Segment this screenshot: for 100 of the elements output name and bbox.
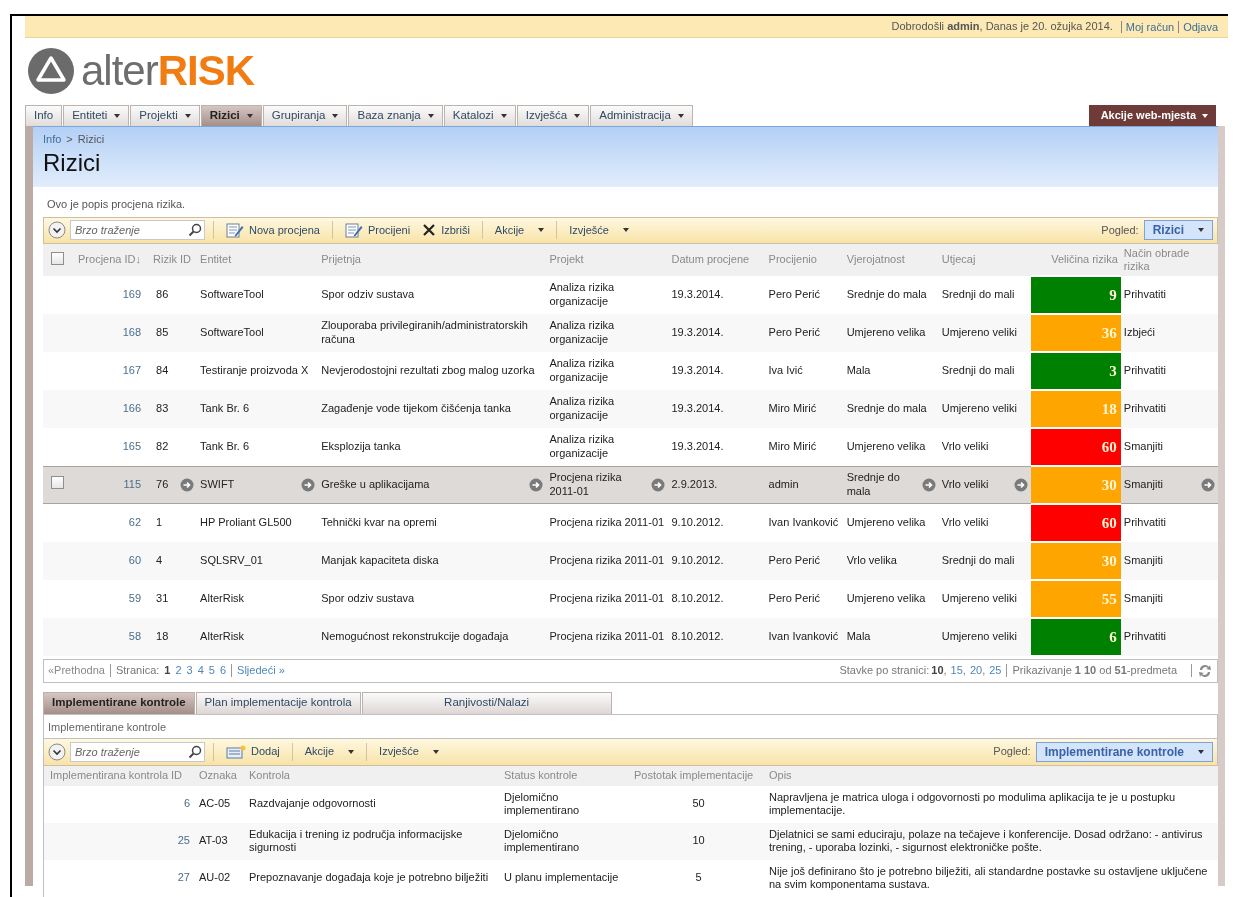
table-row[interactable]: 168 85 SoftwareTool Zlouporaba privilegiranih/administratorskih računa Analiza rizika organizacije 19.3.2014. Pero Perić Umjereno velika Umjereno veliki 36 Izbjeći <box>43 313 1218 352</box>
page-link[interactable]: 2 <box>175 662 182 679</box>
site-actions-menu[interactable]: Akcije web-mjesta <box>1088 105 1216 126</box>
chevron-down-icon <box>48 221 66 239</box>
toolbar-button[interactable]: Nova procjena <box>222 221 324 239</box>
table-cell: Srednji do mali <box>941 287 1015 302</box>
table-cell: Umjereno velika <box>846 439 926 454</box>
table-cell: 86 <box>156 287 169 302</box>
table-cell: Ivan Ivanković <box>768 629 839 644</box>
page-size-link[interactable]: 25 <box>989 662 1002 679</box>
menu-button[interactable]: Akcije <box>300 743 359 760</box>
table-cell: AlterRisk <box>200 629 245 644</box>
table-cell-text: Srednje do mala <box>846 471 901 498</box>
table-cell: Prihvatiti <box>1123 363 1167 378</box>
table-cell: Procjena rizika 2011-01 <box>549 553 665 568</box>
page-link[interactable]: 4 <box>197 662 204 679</box>
table-cell: Umjereno veliki <box>941 325 1017 340</box>
page-link[interactable]: 1 <box>164 662 171 679</box>
welcome-text: Dobrodošli admin, Danas je 20. ožujka 2014. <box>891 19 1113 35</box>
table-row[interactable]: 60 4 SQLSRV_01 Manjak kapaciteta diska Procjena rizika 2011-01 9.10.2012. Pero Perić Vrlo velika Srednji do mali 30 Smanjiti <box>43 541 1218 580</box>
nav-tab[interactable]: Rizici <box>200 105 262 126</box>
id-link[interactable]: 6 <box>183 797 190 810</box>
id-link[interactable]: 58 <box>128 629 142 644</box>
id-link[interactable]: 168 <box>122 325 142 340</box>
table-cell: Srednje do mala <box>846 401 927 416</box>
nav-tab[interactable]: Projekti <box>130 105 200 126</box>
view-label: Pogled: <box>993 744 1031 760</box>
page-link[interactable]: 6 <box>219 662 227 679</box>
table-cell: 1 <box>156 515 163 530</box>
id-link[interactable]: 165 <box>122 439 142 454</box>
table-cell: 50 <box>692 797 705 810</box>
page-link[interactable]: 3 <box>186 662 193 679</box>
breadcrumb-link[interactable]: Info <box>43 131 62 148</box>
table-cell: Srednji do mali <box>941 553 1015 568</box>
table-cell: Razdvajanje odgovornosti <box>249 797 376 810</box>
risk-score-cell: 55 <box>1030 579 1121 618</box>
id-link[interactable]: 115 <box>123 477 142 492</box>
page-size-link[interactable]: 10 <box>931 662 944 679</box>
nav-tab[interactable]: Grupiranja <box>262 105 348 126</box>
table-cell: Nevjerodostojni rezultati zbog malog uzorka <box>321 363 535 378</box>
nav-tab[interactable]: Izvješća <box>516 105 590 126</box>
view-dropdown[interactable]: Rizici <box>1143 220 1213 240</box>
table-cell: Manjak kapaciteta diska <box>321 553 439 568</box>
comma-text: , <box>982 663 986 679</box>
detail-tab[interactable]: Ranjivosti/Nalazi <box>361 691 612 714</box>
table-cell-text: Analiza rizika organizacije <box>549 357 616 384</box>
id-link[interactable]: 167 <box>122 363 142 378</box>
table-row[interactable]: 169 86 SoftwareTool Spor odziv sustava Analiza rizika organizacije 19.3.2014. Pero Perić Srednje do mala Srednji do mali 9 Prihvatiti <box>43 275 1218 314</box>
search-field[interactable]: Brzo traženje <box>70 741 205 762</box>
table-row[interactable]: 165 82 Tank Br. 6 Eksplozija tanka Analiza rizika organizacije 19.3.2014. Miro Mirić Umjereno velika Vrlo veliki 60 Smanjiti <box>43 427 1218 466</box>
table-cell: Procjena rizika 2011-01 <box>549 629 665 644</box>
nav-tab[interactable]: Administracija <box>590 105 693 126</box>
table-cell: Zagađenje vode tijekom čišćenja tanka <box>321 401 511 416</box>
table-cell: 18 <box>156 629 169 644</box>
toolbar-button[interactable]: Dodaj <box>222 743 284 760</box>
id-link[interactable]: 27 <box>177 871 190 884</box>
risk-score-cell: 3 <box>1030 351 1121 390</box>
table-cell: 10 <box>692 834 705 847</box>
toolbar-button[interactable]: Procijeni <box>340 221 415 239</box>
table-row[interactable]: 166 83 Tank Br. 6 Zagađenje vode tijekom čišćenja tanka Analiza rizika organizacije 19.3.2014. Miro Mirić Srednje do mala Umjereno veliki 18 Prihvatiti <box>43 389 1218 428</box>
page-size-link[interactable]: 15 <box>950 662 963 679</box>
nav-tab[interactable]: Baza znanja <box>348 105 443 126</box>
risk-score-cell: 36 <box>1030 313 1121 352</box>
id-link[interactable]: 60 <box>128 553 142 568</box>
nav-tab[interactable]: Katalozi <box>443 105 516 126</box>
next-link[interactable]: Sljedeći » <box>237 662 285 679</box>
nav-tab[interactable]: Info <box>25 105 63 126</box>
risk-score-cell: 30 <box>1030 541 1121 580</box>
menu-button[interactable]: Izvješće <box>565 221 633 239</box>
table-row[interactable]: 58 18 AlterRisk Nemogućnost rekonstrukcije događaja Procjena rizika 2011-01 8.10.2012. Ivan Ivanković Mala Umjereno veliki 6 Prihvatiti <box>43 617 1218 656</box>
header-link[interactable]: Moj račun <box>1120 20 1179 33</box>
header-link[interactable]: Odjava <box>1178 20 1222 33</box>
search-field[interactable]: Brzo traženje <box>70 220 205 240</box>
id-link[interactable]: 62 <box>128 515 142 530</box>
id-link[interactable]: 166 <box>122 401 142 416</box>
table-cell: 8.10.2012. <box>671 629 724 644</box>
table-cell: 19.3.2014. <box>671 439 724 454</box>
comma-text: , <box>943 663 947 679</box>
table-cell: AU-02 <box>199 871 231 884</box>
view-dropdown[interactable]: Implementirane kontrole <box>1035 741 1213 762</box>
id-link[interactable]: 25 <box>177 834 190 847</box>
page-link[interactable]: 5 <box>208 662 215 679</box>
table-row[interactable]: 59 31 AlterRisk Spor odziv sustava Procjena rizika 2011-01 8.10.2012. Pero Perić Umjereno velika Umjereno veliki 55 Smanjiti <box>43 579 1218 618</box>
id-link[interactable]: 169 <box>122 287 142 302</box>
table-cell: Spor odziv sustava <box>321 591 415 606</box>
menu-button[interactable]: Izvješće <box>375 743 443 760</box>
select-all-checkbox[interactable] <box>51 251 64 265</box>
table-cell: Smanjiti <box>1123 553 1163 568</box>
detail-tab[interactable]: Implementirane kontrole <box>43 691 195 714</box>
nav-tab[interactable]: Entiteti <box>63 105 130 126</box>
id-link[interactable]: 59 <box>128 591 142 606</box>
menu-button[interactable]: Akcije <box>490 221 549 239</box>
row-checkbox[interactable] <box>51 476 64 490</box>
toolbar-button[interactable]: Izbriši <box>418 221 474 239</box>
table-row[interactable]: 62 1 HP Proliant GL500 Tehnički kvar na opremi Procjena rizika 2011-01 9.10.2012. Ivan Ivanković Umjereno velika Vrlo veliki 60 Prihvatiti <box>43 503 1218 542</box>
table-cell: 19.3.2014. <box>671 401 724 416</box>
table-cell: 5 <box>695 871 702 884</box>
table-row[interactable]: 167 84 Testiranje proizvoda X Nevjerodostojni rezultati zbog malog uzorka Analiza rizika organizacije 19.3.2014. Iva Ivić Mala Srednji do mali 3 Prihvatiti <box>43 351 1218 390</box>
document-pencil-icon <box>226 222 244 238</box>
detail-tab[interactable]: Plan implementacije kontrola <box>195 691 361 714</box>
